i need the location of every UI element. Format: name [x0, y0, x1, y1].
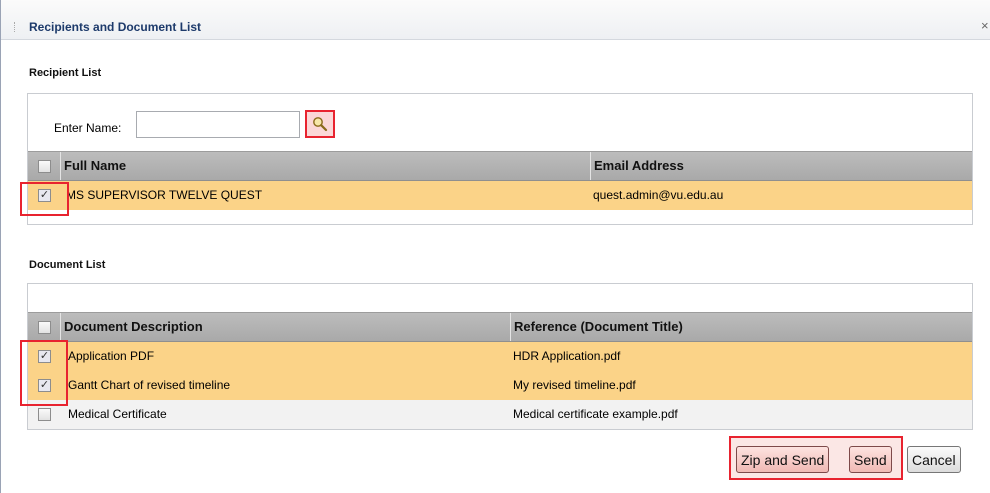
document-reference: Medical certificate example.pdf	[513, 407, 678, 421]
column-full-name[interactable]: Full Name	[60, 152, 590, 180]
search-icon	[313, 117, 328, 132]
recipients-dialog: Recipients and Document List × Recipient…	[0, 0, 990, 493]
column-email-address[interactable]: Email Address	[590, 152, 972, 180]
column-reference-title[interactable]: Reference (Document Title)	[510, 313, 972, 341]
recipient-list-label: Recipient List	[29, 67, 102, 79]
cancel-button[interactable]: Cancel	[907, 446, 961, 473]
recipient-checkbox-highlight	[20, 182, 69, 216]
document-list-label: Document List	[29, 259, 106, 271]
select-all-recipients-checkbox[interactable]	[38, 160, 51, 173]
recipient-search-row: Enter Name:	[28, 94, 972, 151]
document-reference: HDR Application.pdf	[513, 349, 621, 363]
document-panel: Document Description Reference (Document…	[27, 283, 973, 430]
recipient-full-name: MS SUPERVISOR TWELVE QUEST	[66, 188, 263, 202]
document-row[interactable]: ✓ Application PDF HDR Application.pdf	[28, 342, 972, 371]
send-button[interactable]: Send	[849, 446, 892, 473]
document-row-checkbox[interactable]	[38, 408, 51, 421]
zip-and-send-button[interactable]: Zip and Send	[736, 446, 830, 473]
recipient-panel: Enter Name: Full Name Email Address ✓ MS…	[27, 93, 973, 225]
recipient-email: quest.admin@vu.edu.au	[593, 188, 724, 202]
search-button[interactable]	[305, 110, 335, 138]
document-row[interactable]: Medical Certificate Medical certificate …	[28, 400, 972, 429]
dialog-title: Recipients and Document List	[29, 20, 202, 34]
enter-name-label: Enter Name:	[54, 121, 122, 135]
document-description: Medical Certificate	[68, 407, 167, 421]
document-grid-header: Document Description Reference (Document…	[28, 312, 972, 342]
close-icon[interactable]: ×	[981, 18, 989, 33]
recipient-grid-header: Full Name Email Address	[28, 151, 972, 181]
document-description: Gantt Chart of revised timeline	[68, 378, 231, 392]
column-document-description[interactable]: Document Description	[60, 313, 510, 341]
drag-grip-icon[interactable]	[14, 22, 16, 32]
recipient-row[interactable]: ✓ MS SUPERVISOR TWELVE QUEST quest.admin…	[28, 181, 972, 210]
dialog-titlebar[interactable]: Recipients and Document List ×	[1, 0, 990, 40]
document-description: Application PDF	[68, 349, 155, 363]
select-all-documents-checkbox[interactable]	[38, 321, 51, 334]
document-row[interactable]: ✓ Gantt Chart of revised timeline My rev…	[28, 371, 972, 400]
name-search-input[interactable]	[136, 111, 300, 138]
document-reference: My revised timeline.pdf	[513, 378, 636, 392]
document-checkbox-highlight	[20, 340, 68, 406]
send-buttons-highlight: Zip and Send Send	[729, 436, 903, 480]
